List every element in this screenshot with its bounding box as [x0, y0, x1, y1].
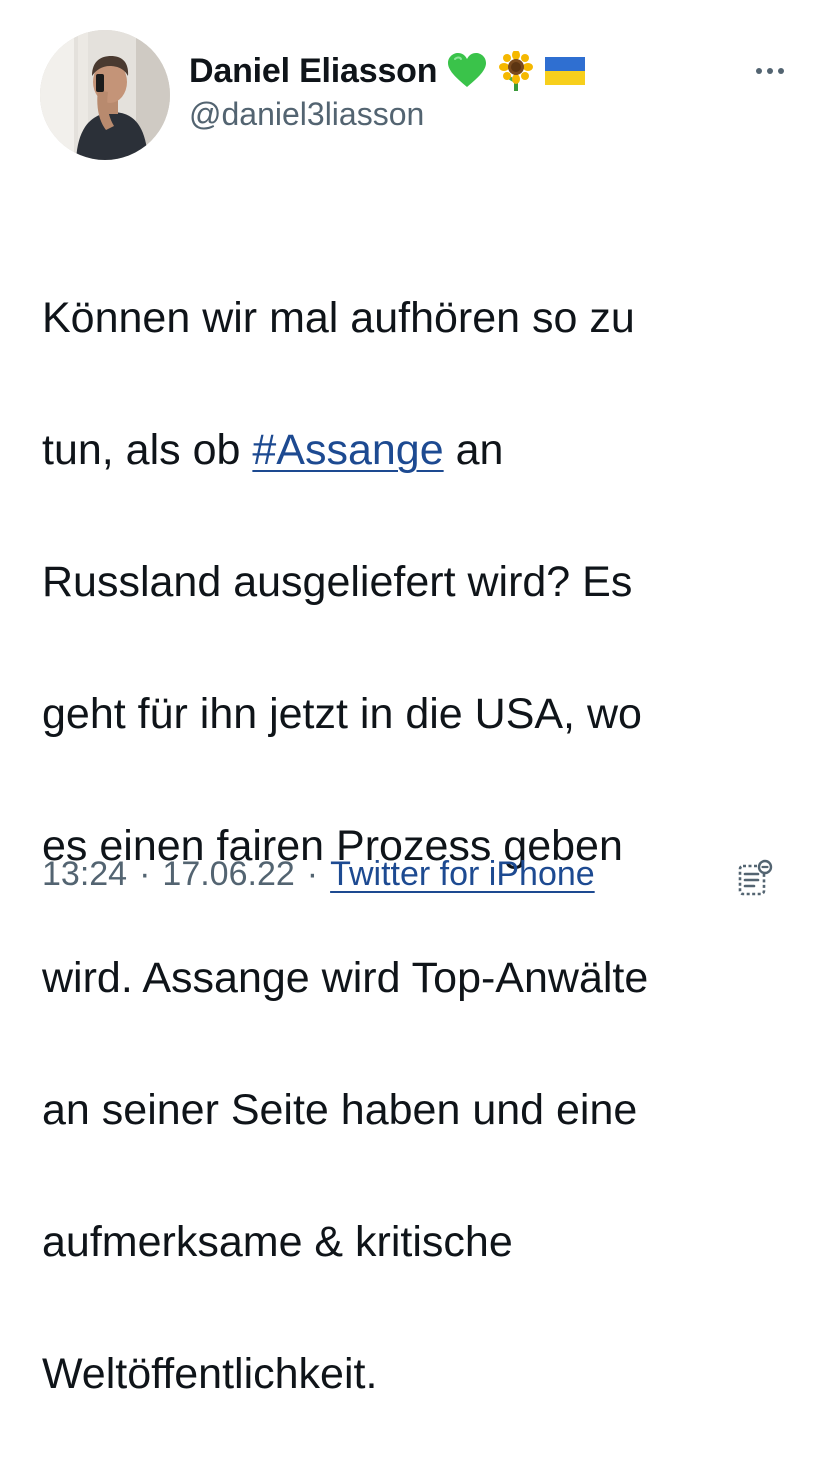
tweet-line: aufmerksame & kritische	[42, 1218, 513, 1266]
author-handle[interactable]: @daniel3liasson	[189, 96, 424, 133]
tweet-line: wird. Assange wird Top-Anwälte	[42, 954, 649, 1002]
more-dot	[778, 68, 784, 74]
tweet-card: Daniel Eliasson @daniel3liasson Können w…	[0, 0, 828, 1398]
tweet-source-link[interactable]: Twitter for iPhone	[330, 855, 595, 894]
ukraine-flag-icon	[545, 57, 586, 85]
tweet-line: Weltöffentlichkeit.	[42, 1350, 378, 1398]
tweet-date[interactable]: 17.06.22	[162, 855, 294, 894]
more-horizontal-icon	[756, 68, 762, 74]
author-name-row: Daniel Eliasson	[189, 49, 586, 93]
hashtag-link[interactable]: #Assange	[252, 426, 443, 474]
view-tweet-analytics-icon[interactable]	[736, 858, 776, 898]
green-heart-icon	[447, 53, 487, 89]
avatar[interactable]	[40, 30, 170, 160]
more-dot	[767, 68, 773, 74]
author-display-name[interactable]: Daniel Eliasson	[189, 52, 438, 91]
tweet-line: tun, als ob #Assange an	[42, 417, 802, 483]
avatar-photo	[40, 30, 170, 160]
tweet-line: geht für ihn jetzt in die USA, wo	[42, 690, 642, 738]
meta-separator: ·	[139, 855, 151, 893]
meta-separator: ·	[306, 855, 319, 893]
tweet-line-text: tun, als ob	[42, 426, 253, 474]
tweet-meta: 13:24 · 17.06.22 · Twitter for iPhone	[42, 855, 595, 894]
tweet-line: an seiner Seite haben und eine	[42, 1086, 638, 1134]
tweet-line: Können wir mal aufhören so zu	[42, 294, 635, 342]
tweet-text: Können wir mal aufhören so zu tun, als o…	[42, 219, 802, 1473]
tweet-line: Russland ausgeliefert wird? Es	[42, 558, 633, 606]
more-options-button[interactable]	[748, 58, 792, 84]
tweet-line-text: an	[443, 426, 504, 474]
tweet-time[interactable]: 13:24	[42, 855, 127, 894]
sunflower-icon	[497, 51, 535, 91]
